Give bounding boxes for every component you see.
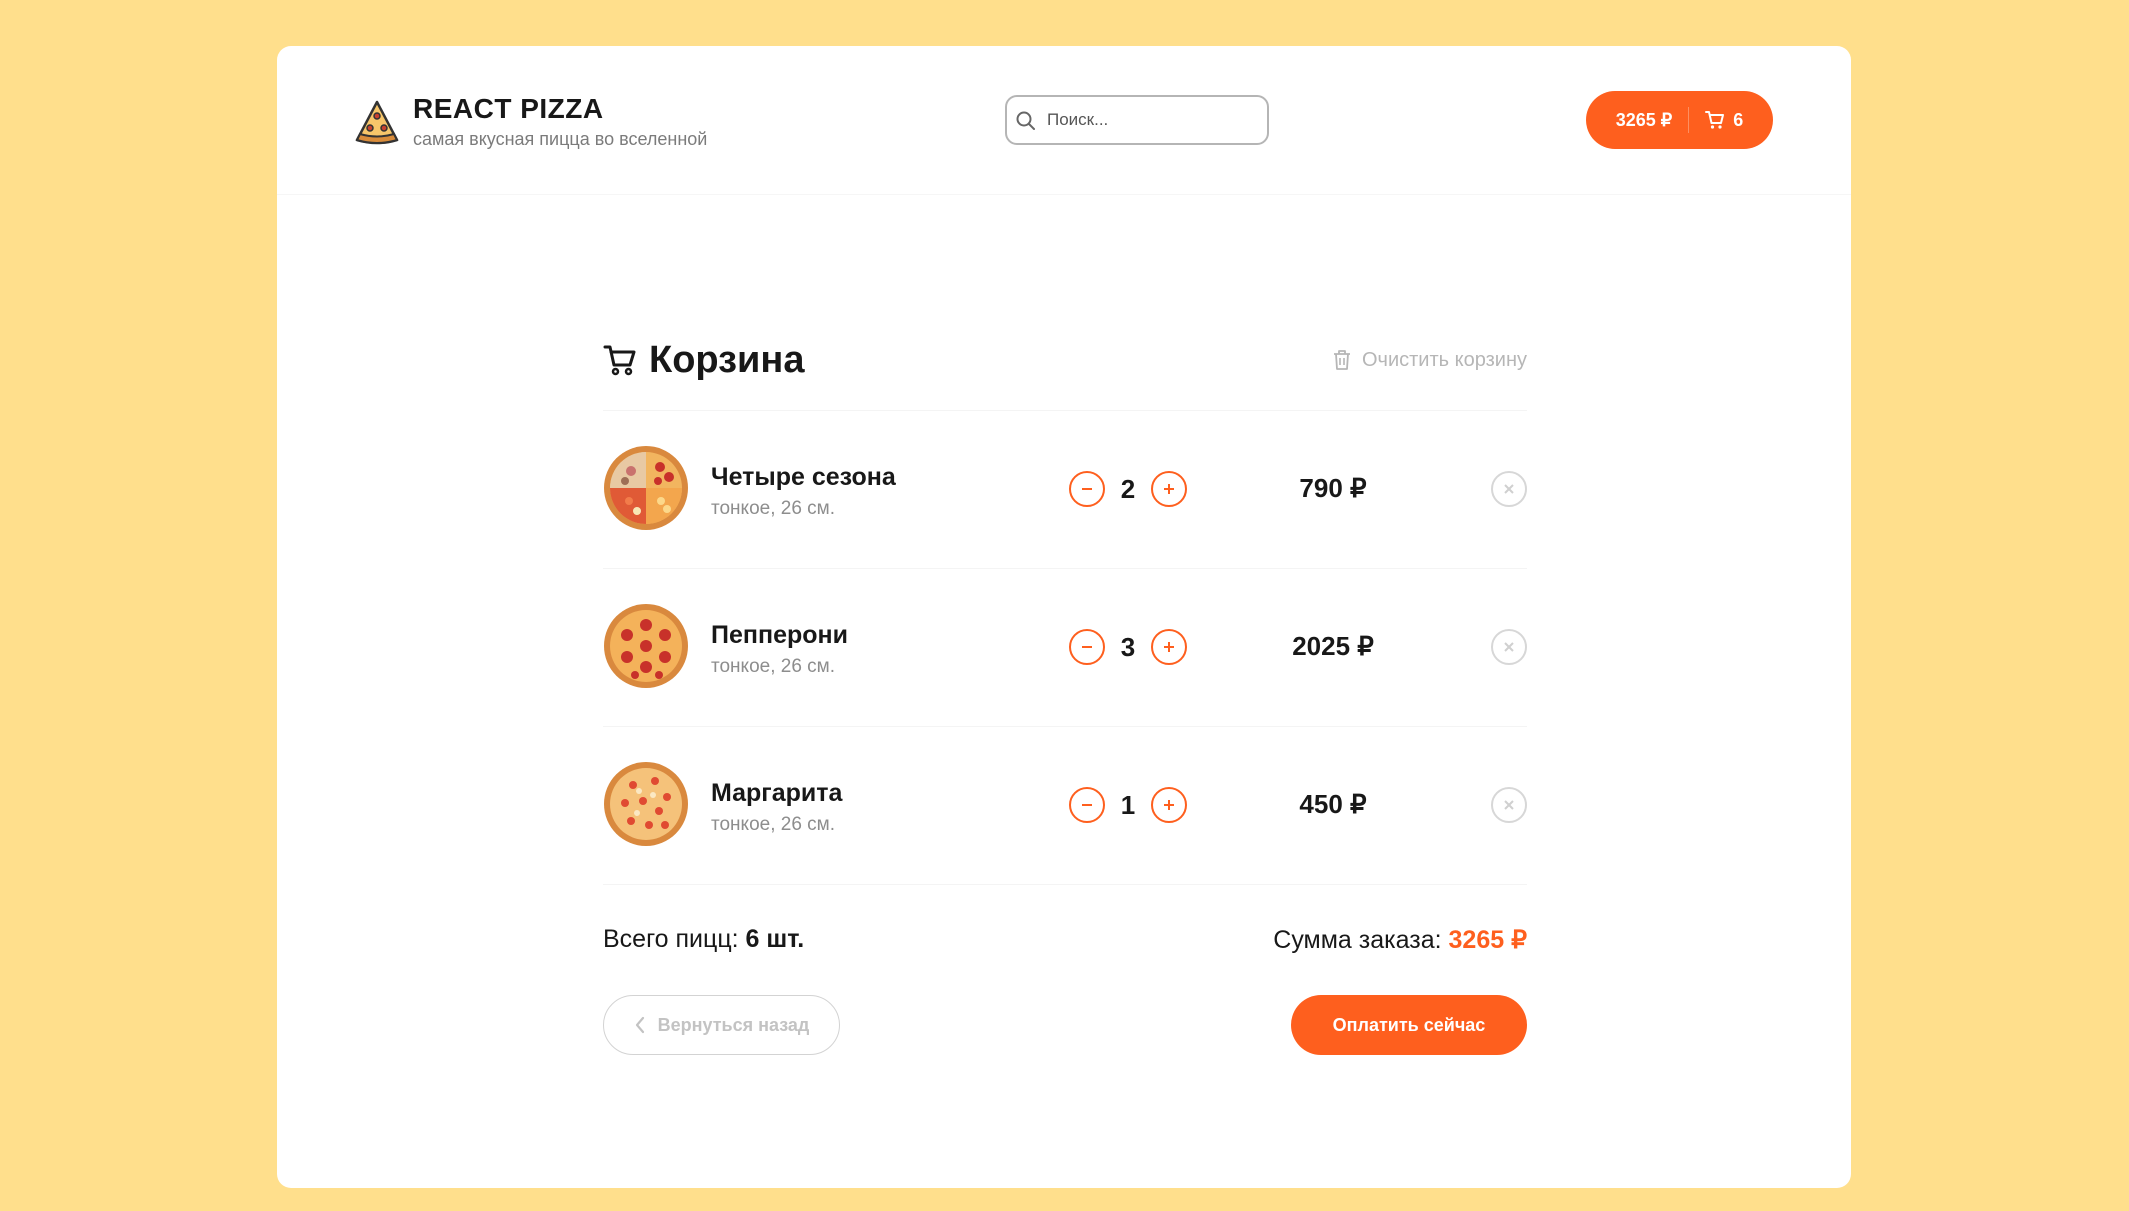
cart-top: Корзина Очистить корзину [603,336,1527,384]
total-sum-value: 3265 ₽ [1448,926,1527,954]
item-info: Пепперони тонкое, 26 см. [711,621,848,678]
app-container: REACT PIZZA самая вкусная пицца во вселе… [277,46,1851,1188]
item-count: 2 [1069,471,1187,507]
cart-title-text: Корзина [649,338,805,381]
item-count-value: 1 [1120,789,1136,820]
decrement-button[interactable] [1069,471,1105,507]
cart-icon [603,345,636,376]
pizza-image [604,446,688,530]
cart-item: Четыре сезона тонкое, 26 см. 2 790 ₽ [603,411,1527,569]
header-cart-count: 6 [1733,109,1744,130]
total-count-label: Всего пицц: [603,925,739,953]
increment-button[interactable] [1151,629,1187,665]
plus-icon [1164,642,1174,652]
remove-item-button[interactable] [1491,471,1527,507]
total-sum: Сумма заказа: 3265 ₽ [1273,925,1527,955]
total-count-value: 6 шт. [745,925,805,953]
minus-icon [1082,804,1092,806]
pizza-image [604,762,688,846]
item-price: 450 ₽ [1299,789,1367,819]
remove-item-button[interactable] [1491,629,1527,665]
minus-icon [1082,646,1092,648]
header-cart-price: 3265 ₽ [1615,109,1673,130]
header: REACT PIZZA самая вкусная пицца во вселе… [277,46,1851,195]
decrement-button[interactable] [1069,787,1105,823]
increment-button[interactable] [1151,471,1187,507]
item-count-value: 3 [1120,631,1136,662]
plus-icon [1164,800,1174,810]
item-info: Четыре сезона тонкое, 26 см. [711,463,896,520]
back-button[interactable]: Вернуться назад [603,995,840,1055]
close-icon [1504,642,1514,652]
item-desc: тонкое, 26 см. [711,814,836,835]
cart-item: Пепперони тонкое, 26 см. 3 2025 ₽ [603,569,1527,727]
total-count: Всего пицц: 6 шт. [603,925,804,955]
cart-button-divider [1688,107,1690,133]
total-sum-label: Сумма заказа: [1273,926,1442,954]
item-name: Маргарита [711,779,843,807]
item-price: 2025 ₽ [1292,631,1374,661]
header-cart-button[interactable]: 3265 ₽ 6 [1586,91,1773,149]
logo-text: REACT PIZZA самая вкусная пицца во вселе… [413,93,708,150]
decrement-button[interactable] [1069,629,1105,665]
item-desc: тонкое, 26 см. [711,656,836,677]
minus-icon [1082,488,1092,490]
search-input[interactable] [1047,110,1267,130]
cart-title: Корзина [603,339,804,382]
chevron-left-icon [635,1016,644,1034]
item-count: 1 [1069,787,1187,823]
item-count-value: 2 [1120,473,1136,504]
pay-button-label: Оплатить сейчас [1332,1014,1486,1035]
close-icon [1504,484,1514,494]
close-icon [1504,800,1514,810]
increment-button[interactable] [1151,787,1187,823]
item-info: Маргарита тонкое, 26 см. [711,779,842,836]
plus-icon [1164,484,1174,494]
item-count: 3 [1069,629,1187,665]
pizza-image [604,604,688,688]
item-name: Пепперони [711,621,848,649]
trash-icon [1334,350,1350,370]
pizza-logo-icon [355,100,399,145]
pay-button[interactable]: Оплатить сейчас [1291,995,1527,1055]
cart-actions: Вернуться назад Оплатить сейчас [603,995,1527,1055]
remove-item-button[interactable] [1491,787,1527,823]
item-name: Четыре сезона [711,463,896,491]
cart-totals: Всего пицц: 6 шт. Сумма заказа: 3265 ₽ [603,925,1527,955]
item-price: 790 ₽ [1299,473,1367,503]
back-button-label: Вернуться назад [657,1014,810,1035]
clear-cart-label: Очистить корзину [1362,348,1527,371]
search-icon [1016,111,1035,130]
logo[interactable]: REACT PIZZA самая вкусная пицца во вселе… [353,93,708,150]
search-box [1005,95,1269,145]
cart-item: Маргарита тонкое, 26 см. 1 450 ₽ [603,727,1527,885]
logo-subtitle: самая вкусная пицца во вселенной [413,128,708,149]
cart-section: Корзина Очистить корзину Четыре сезона т… [603,336,1527,1055]
cart-icon [1705,111,1725,129]
clear-cart-button[interactable]: Очистить корзину [1332,349,1527,372]
logo-title: REACT PIZZA [413,93,604,124]
item-desc: тонкое, 26 см. [711,498,836,519]
